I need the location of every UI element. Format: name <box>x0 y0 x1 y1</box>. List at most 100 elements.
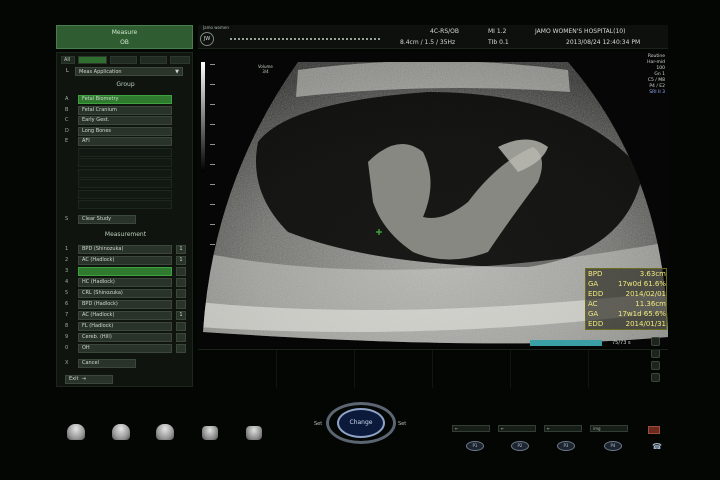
rocker-switch-2[interactable] <box>246 426 262 440</box>
measurement-row-key: 6 <box>65 301 69 307</box>
soft-button-1[interactable]: ⇤ <box>452 425 490 432</box>
measurement-count-badge[interactable] <box>176 278 186 287</box>
p3-button[interactable]: P3 <box>557 441 575 451</box>
top-tab-3[interactable] <box>140 56 168 64</box>
measurement-count-badge[interactable]: 1 <box>176 256 186 265</box>
group-item-button[interactable]: Fetal Biometry <box>78 95 172 104</box>
group-row: A Fetal Biometry <box>61 95 190 104</box>
soft-button-3[interactable]: ⇤ <box>544 425 582 432</box>
ultrasound-monitor: Measure OB All L Meas Application ▼ Grou… <box>0 0 720 480</box>
meas-application-select[interactable]: Meas Application ▼ <box>75 67 183 76</box>
measurement-count-badge[interactable] <box>176 344 186 353</box>
group-row <box>61 179 190 188</box>
group-row: D Long Bones <box>61 126 190 136</box>
measurement-count-badge[interactable] <box>176 289 186 298</box>
measurement-item-button[interactable]: OH <box>78 344 172 353</box>
group-row: C Early Gest. <box>61 116 190 125</box>
top-tab-4[interactable] <box>170 56 190 64</box>
phone-icon[interactable]: ☎ <box>652 442 662 451</box>
measurement-count-badge[interactable] <box>176 300 186 309</box>
measurement-item-button[interactable]: CRL (Shinozuka) <box>78 289 172 298</box>
measurement-results: BPD 3.63cm GA 17w0d 61.6% EDD 2014/02/01 AC 11.… <box>585 268 667 330</box>
p2-button[interactable]: P2 <box>511 441 529 451</box>
group-row <box>61 189 190 199</box>
top-tab-2[interactable] <box>109 56 138 64</box>
measurement-result-value: 2014/01/31 <box>625 320 666 328</box>
cancel-button[interactable]: Cancel <box>78 359 136 368</box>
soft-button-4-label: img <box>593 426 601 431</box>
group-section-title: Group <box>116 81 135 88</box>
measurement-item-button[interactable]: HC (Hadlock) <box>78 278 172 287</box>
measurement-result-row: EDD 2014/02/01 <box>588 290 666 300</box>
exit-button[interactable]: Exit ⇥ <box>65 375 113 384</box>
measurement-result-value: 3.63cm <box>639 270 666 278</box>
freeze-led-icon[interactable] <box>648 426 660 434</box>
measurement-row-key: 0 <box>65 345 69 351</box>
clear-study-row: S Clear Study <box>61 215 190 224</box>
measurement-count-badge[interactable] <box>176 267 186 276</box>
chevron-down-icon: ▼ <box>175 69 179 75</box>
group-empty-slot[interactable] <box>78 179 172 188</box>
measurement-row: 7 AC (Hadlock) 1 <box>61 311 190 320</box>
measurement-count-badge[interactable]: 1 <box>176 311 186 320</box>
record-icon[interactable] <box>651 337 660 346</box>
group-row: E AFI <box>61 137 190 146</box>
measurement-item-button[interactable]: AC (Hadlock) <box>78 256 172 265</box>
measurement-result-row: GA 17w0d 61.6% <box>588 280 666 290</box>
all-label[interactable]: All <box>61 56 75 64</box>
measurement-result-key: AC <box>588 300 598 308</box>
group-item-button[interactable]: Fetal Cranium <box>78 105 172 115</box>
clear-study-key: S <box>65 216 69 222</box>
measurement-result-key: EDD <box>588 290 604 298</box>
sri-value: SRI II 3 <box>649 90 665 95</box>
p4-button[interactable]: P4 <box>604 441 622 451</box>
change-dial-button[interactable]: Change <box>337 408 385 438</box>
group-empty-slot[interactable] <box>78 158 172 167</box>
group-item-button[interactable]: Long Bones <box>78 126 172 136</box>
measurement-item-button[interactable]: BPD (Hadlock) <box>78 300 172 309</box>
measurement-count-badge[interactable] <box>176 322 186 331</box>
hospital-logo-icon: JW <box>200 32 214 46</box>
group-row-key: E <box>65 138 69 144</box>
measurement-result-value: 17w0d 61.6% <box>618 280 666 288</box>
clear-study-button[interactable]: Clear Study <box>78 215 136 224</box>
measurement-item-button[interactable]: BPD (Shinozuka) <box>78 245 172 254</box>
measurement-count-badge[interactable] <box>176 333 186 342</box>
tgc-knob-2[interactable] <box>112 424 130 440</box>
measurement-row-key: 3 <box>65 268 69 274</box>
measure-ob-label: OB <box>120 39 129 46</box>
group-row <box>61 147 190 157</box>
measure-mode-button[interactable]: Measure OB <box>56 25 193 49</box>
tgc-knob-3[interactable] <box>156 424 174 440</box>
measurement-result-value: 2014/02/01 <box>625 290 666 298</box>
measurement-item-button[interactable]: FL (Hadlock) <box>78 322 172 331</box>
group-item-button[interactable]: AFI <box>78 137 172 146</box>
measurement-item-button[interactable] <box>78 267 172 276</box>
measurement-row-key: 4 <box>65 279 69 285</box>
p1-button[interactable]: P1 <box>466 441 484 451</box>
rocker-switch-1[interactable] <box>202 426 218 440</box>
soft-button-4[interactable]: img <box>590 425 628 432</box>
hospital-name: JAMO WOMEN'S HOSPITAL(10) <box>535 28 626 35</box>
group-empty-slot[interactable] <box>78 189 172 199</box>
measurement-result-value: 11.36cm <box>635 300 666 308</box>
tgc-knob-1[interactable] <box>67 424 85 440</box>
measurement-count-badge[interactable]: 1 <box>176 245 186 254</box>
exit-label: Exit <box>69 376 79 382</box>
group-empty-slot[interactable] <box>78 147 172 157</box>
measurement-item-button[interactable]: Cereb. (Hill) <box>78 333 172 342</box>
top-tab-1[interactable] <box>77 56 107 64</box>
measurement-row-key: 1 <box>65 246 69 252</box>
cine-loop-bar[interactable] <box>530 340 602 346</box>
group-item-button[interactable]: Early Gest. <box>78 116 172 125</box>
group-empty-slot[interactable] <box>78 168 172 178</box>
measurement-row: 8 FL (Hadlock) <box>61 322 190 331</box>
progress-dots <box>230 38 380 41</box>
measurement-row: 5 CRL (Shinozuka) <box>61 289 190 298</box>
exit-icon: ⇥ <box>80 376 86 382</box>
group-row-key: A <box>65 96 69 102</box>
measurement-item-button[interactable]: AC (Hadlock) <box>78 311 172 320</box>
measurement-row: 2 AC (Hadlock) 1 <box>61 256 190 265</box>
group-empty-slot[interactable] <box>78 200 172 209</box>
soft-button-2[interactable]: ⇤ <box>498 425 536 432</box>
